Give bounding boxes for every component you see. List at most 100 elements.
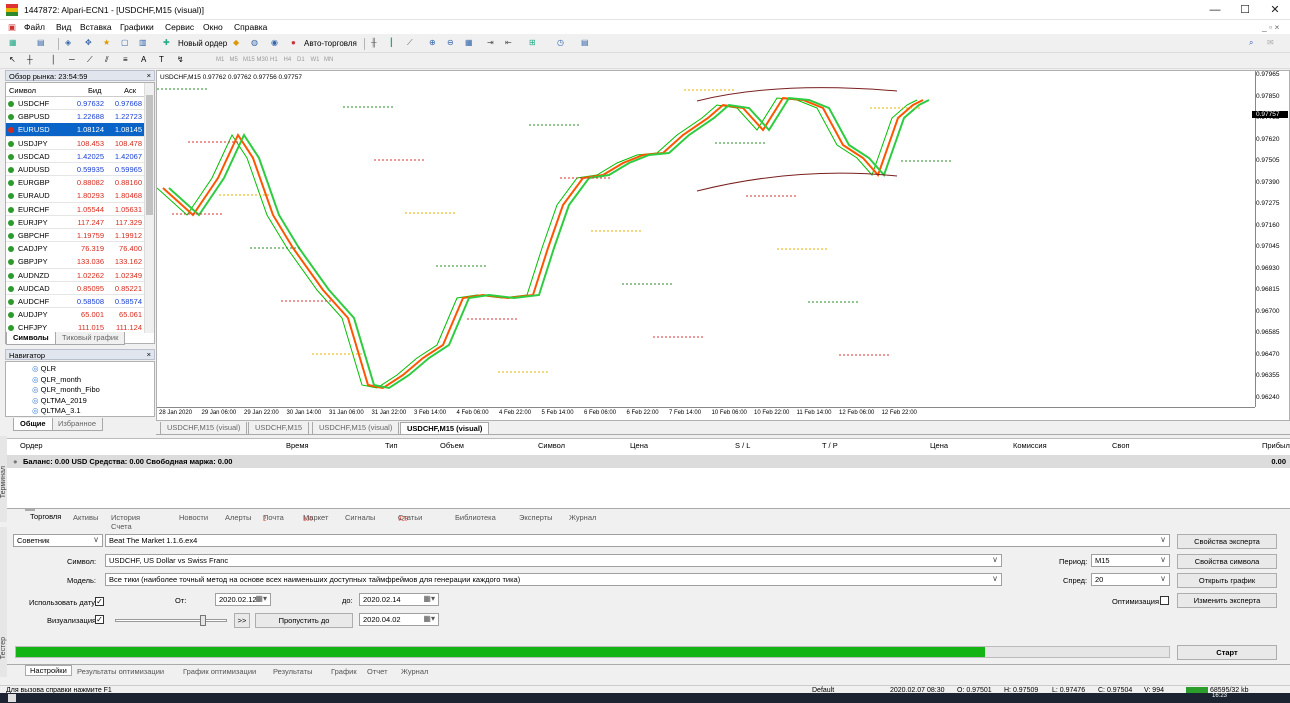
model-select[interactable]: Все тики (наиболее точный метод на основ… bbox=[105, 573, 1002, 586]
tab-common[interactable]: Общие bbox=[13, 418, 53, 431]
tester-tab-0[interactable]: Настройки bbox=[25, 665, 72, 676]
market-watch-icon[interactable]: ◈ bbox=[64, 37, 78, 51]
search-icon[interactable]: ⌕ bbox=[1248, 37, 1262, 51]
tile-windows-icon[interactable]: ▦ bbox=[464, 37, 478, 51]
terminal-column-header[interactable]: Своп bbox=[1112, 441, 1130, 450]
terminal-tab-5[interactable]: Почта 2 bbox=[263, 511, 284, 523]
tester-tab-1[interactable]: Результаты оптимизации bbox=[77, 667, 164, 676]
candles-icon[interactable]: ┃ bbox=[388, 37, 402, 51]
timeframe-m1[interactable]: M1 bbox=[216, 57, 224, 63]
symbol-row-eurusd[interactable]: EURUSD 1.08124 1.08145 bbox=[6, 123, 144, 137]
tester-tab-2[interactable]: График оптимизации bbox=[183, 667, 256, 676]
arrows-icon[interactable]: ↯ bbox=[176, 54, 190, 68]
symbol-row-audchf[interactable]: AUDCHF 0.58508 0.58574 bbox=[6, 295, 144, 309]
symbol-row-cadjpy[interactable]: CADJPY 76.319 76.400 bbox=[6, 242, 144, 256]
expert-select[interactable]: Beat The Market 1.1.6.ex4 ∨ bbox=[105, 534, 1170, 547]
timeframe-m15[interactable]: M15 bbox=[243, 57, 255, 63]
terminal-tab-6[interactable]: Маркет 135 bbox=[303, 511, 328, 523]
symbol-row-eurjpy[interactable]: EURJPY 117.247 117.329 bbox=[6, 215, 144, 230]
speed-slider[interactable] bbox=[115, 615, 227, 626]
new-chart-icon[interactable]: ▦ bbox=[8, 37, 22, 51]
to-date-input[interactable]: 2020.02.14 ▦▾ bbox=[359, 593, 439, 606]
tester-tab-5[interactable]: Отчет bbox=[367, 667, 388, 676]
windows-start-icon[interactable] bbox=[8, 694, 16, 702]
symbol-row-audcad[interactable]: AUDCAD 0.85095 0.85221 bbox=[6, 281, 144, 296]
channel-icon[interactable]: ⫽ bbox=[104, 54, 118, 68]
menu-help[interactable]: Справка bbox=[234, 22, 267, 32]
symbol-row-gbpchf[interactable]: GBPCHF 1.19759 1.19912 bbox=[6, 229, 144, 243]
symbol-row-eurchf[interactable]: EURCHF 1.05544 1.05631 bbox=[6, 202, 144, 216]
menu-insert[interactable]: Вставка bbox=[80, 22, 112, 32]
close-icon[interactable]: × bbox=[147, 350, 151, 359]
chart-shift-icon[interactable]: ⇤ bbox=[504, 37, 518, 51]
bar-chart-icon[interactable]: ╫ bbox=[370, 37, 384, 51]
terminal-column-header[interactable]: Прибыль bbox=[1262, 441, 1290, 450]
spread-select[interactable]: 20 ∨ bbox=[1091, 573, 1170, 586]
visualization-checkbox[interactable]: ✓ bbox=[95, 615, 104, 624]
terminal-column-header[interactable]: Объем bbox=[440, 441, 464, 450]
text-icon[interactable]: A bbox=[140, 54, 154, 68]
autotrading-button[interactable]: Авто-торговля bbox=[304, 39, 357, 48]
data-window-icon[interactable]: ✥ bbox=[84, 37, 98, 51]
tab-symbols[interactable]: Символы bbox=[6, 332, 56, 345]
zoom-out-icon[interactable]: ⊖ bbox=[446, 37, 460, 51]
symbol-properties-button[interactable]: Свойства символа bbox=[1177, 554, 1277, 569]
fast-forward-button[interactable]: >> bbox=[234, 613, 250, 628]
close-button[interactable]: ✕ bbox=[1260, 2, 1290, 18]
use-date-checkbox[interactable]: ✓ bbox=[95, 597, 104, 606]
new-order-button[interactable]: Новый ордер bbox=[178, 39, 227, 48]
timeframe-m30[interactable]: M30 bbox=[257, 57, 269, 63]
start-button[interactable]: Старт bbox=[1177, 645, 1277, 660]
timeframe-m5[interactable]: M5 bbox=[230, 57, 238, 63]
symbol-row-euraud[interactable]: EURAUD 1.80293 1.80468 bbox=[6, 189, 144, 203]
timeframe-mn[interactable]: MN bbox=[324, 57, 333, 63]
slider-handle[interactable] bbox=[200, 615, 206, 626]
period-select[interactable]: M15 ∨ bbox=[1091, 554, 1170, 567]
fibo-icon[interactable]: ≡ bbox=[122, 54, 136, 68]
crosshair-icon[interactable]: ┼ bbox=[26, 54, 40, 68]
signals-icon[interactable]: ◉ bbox=[270, 37, 284, 51]
navigator-item-qlr-month[interactable]: ◎ QLR_month bbox=[32, 375, 81, 384]
symbol-row-usdchf[interactable]: USDCHF 0.97632 0.97668 bbox=[6, 97, 144, 111]
symbol-row-gbpusd[interactable]: GBPUSD 1.22688 1.22723 bbox=[6, 110, 144, 124]
terminal-column-header[interactable]: Цена bbox=[630, 441, 648, 450]
chart-tab-4[interactable]: USDCHF,M15 (visual) bbox=[400, 422, 490, 435]
autotrading-icon[interactable]: ● bbox=[290, 37, 304, 51]
terminal-column-header[interactable]: Символ bbox=[538, 441, 565, 450]
skip-to-button[interactable]: Пропустить до bbox=[255, 613, 353, 628]
from-date-input[interactable]: 2020.02.12 ▦▾ bbox=[215, 593, 271, 606]
symbol-row-usdcad[interactable]: USDCAD 1.42025 1.42067 bbox=[6, 149, 144, 164]
symbol-row-audnzd[interactable]: AUDNZD 1.02262 1.02349 bbox=[6, 268, 144, 282]
tester-type-select[interactable]: Советник ∨ bbox=[13, 534, 103, 547]
chart-tab-2[interactable]: USDCHF,M15 bbox=[248, 422, 310, 435]
minimize-button[interactable]: — bbox=[1200, 2, 1230, 18]
symbol-row-audusd[interactable]: AUDUSD 0.59935 0.59965 bbox=[6, 163, 144, 177]
line-chart-icon[interactable]: ⟋ bbox=[406, 37, 420, 51]
terminal-icon[interactable]: ▢ bbox=[120, 37, 134, 51]
navigator-item-qltma-3-1[interactable]: ◎ QLTMA_3.1 bbox=[32, 406, 81, 415]
terminal-tab-8[interactable]: Статьи 928 bbox=[398, 511, 422, 523]
open-chart-button[interactable]: Открыть график bbox=[1177, 573, 1277, 588]
tester-tab-4[interactable]: График bbox=[331, 667, 357, 676]
terminal-column-header[interactable]: Тип bbox=[385, 441, 398, 450]
scrollbar[interactable] bbox=[144, 83, 154, 333]
tab-tick-chart[interactable]: Тиковый график bbox=[55, 332, 126, 345]
menu-view[interactable]: Вид bbox=[56, 22, 71, 32]
vertical-line-icon[interactable]: │ bbox=[50, 54, 64, 68]
symbol-row-usdjpy[interactable]: USDJPY 108.453 108.478 bbox=[6, 136, 144, 150]
terminal-tab-0[interactable]: Торговля bbox=[25, 509, 61, 521]
autoscroll-icon[interactable]: ⇥ bbox=[486, 37, 500, 51]
navigator-item-qlr-month-fibo[interactable]: ◎ QLR_month_Fibo bbox=[32, 385, 100, 394]
navigator-item-qlr[interactable]: ◎ QLR bbox=[32, 364, 56, 373]
navigator-icon[interactable]: ★ bbox=[102, 37, 116, 51]
menu-window[interactable]: Окно bbox=[203, 22, 223, 32]
close-icon[interactable]: × bbox=[147, 71, 151, 80]
symbol-row-eurgbp[interactable]: EURGBP 0.88082 0.88160 bbox=[6, 176, 144, 190]
cursor-icon[interactable]: ↖ bbox=[8, 54, 22, 68]
horizontal-line-icon[interactable]: ─ bbox=[68, 54, 82, 68]
terminals-icon[interactable]: ◍ bbox=[250, 37, 264, 51]
symbol-row-chfjpy[interactable]: CHFJPY 111.015 111.124 bbox=[6, 321, 144, 331]
menu-tools[interactable]: Сервис bbox=[165, 22, 194, 32]
mdi-controls[interactable]: _ ▫ × bbox=[1262, 22, 1279, 32]
indicators-icon[interactable]: ⊞ bbox=[528, 37, 542, 51]
